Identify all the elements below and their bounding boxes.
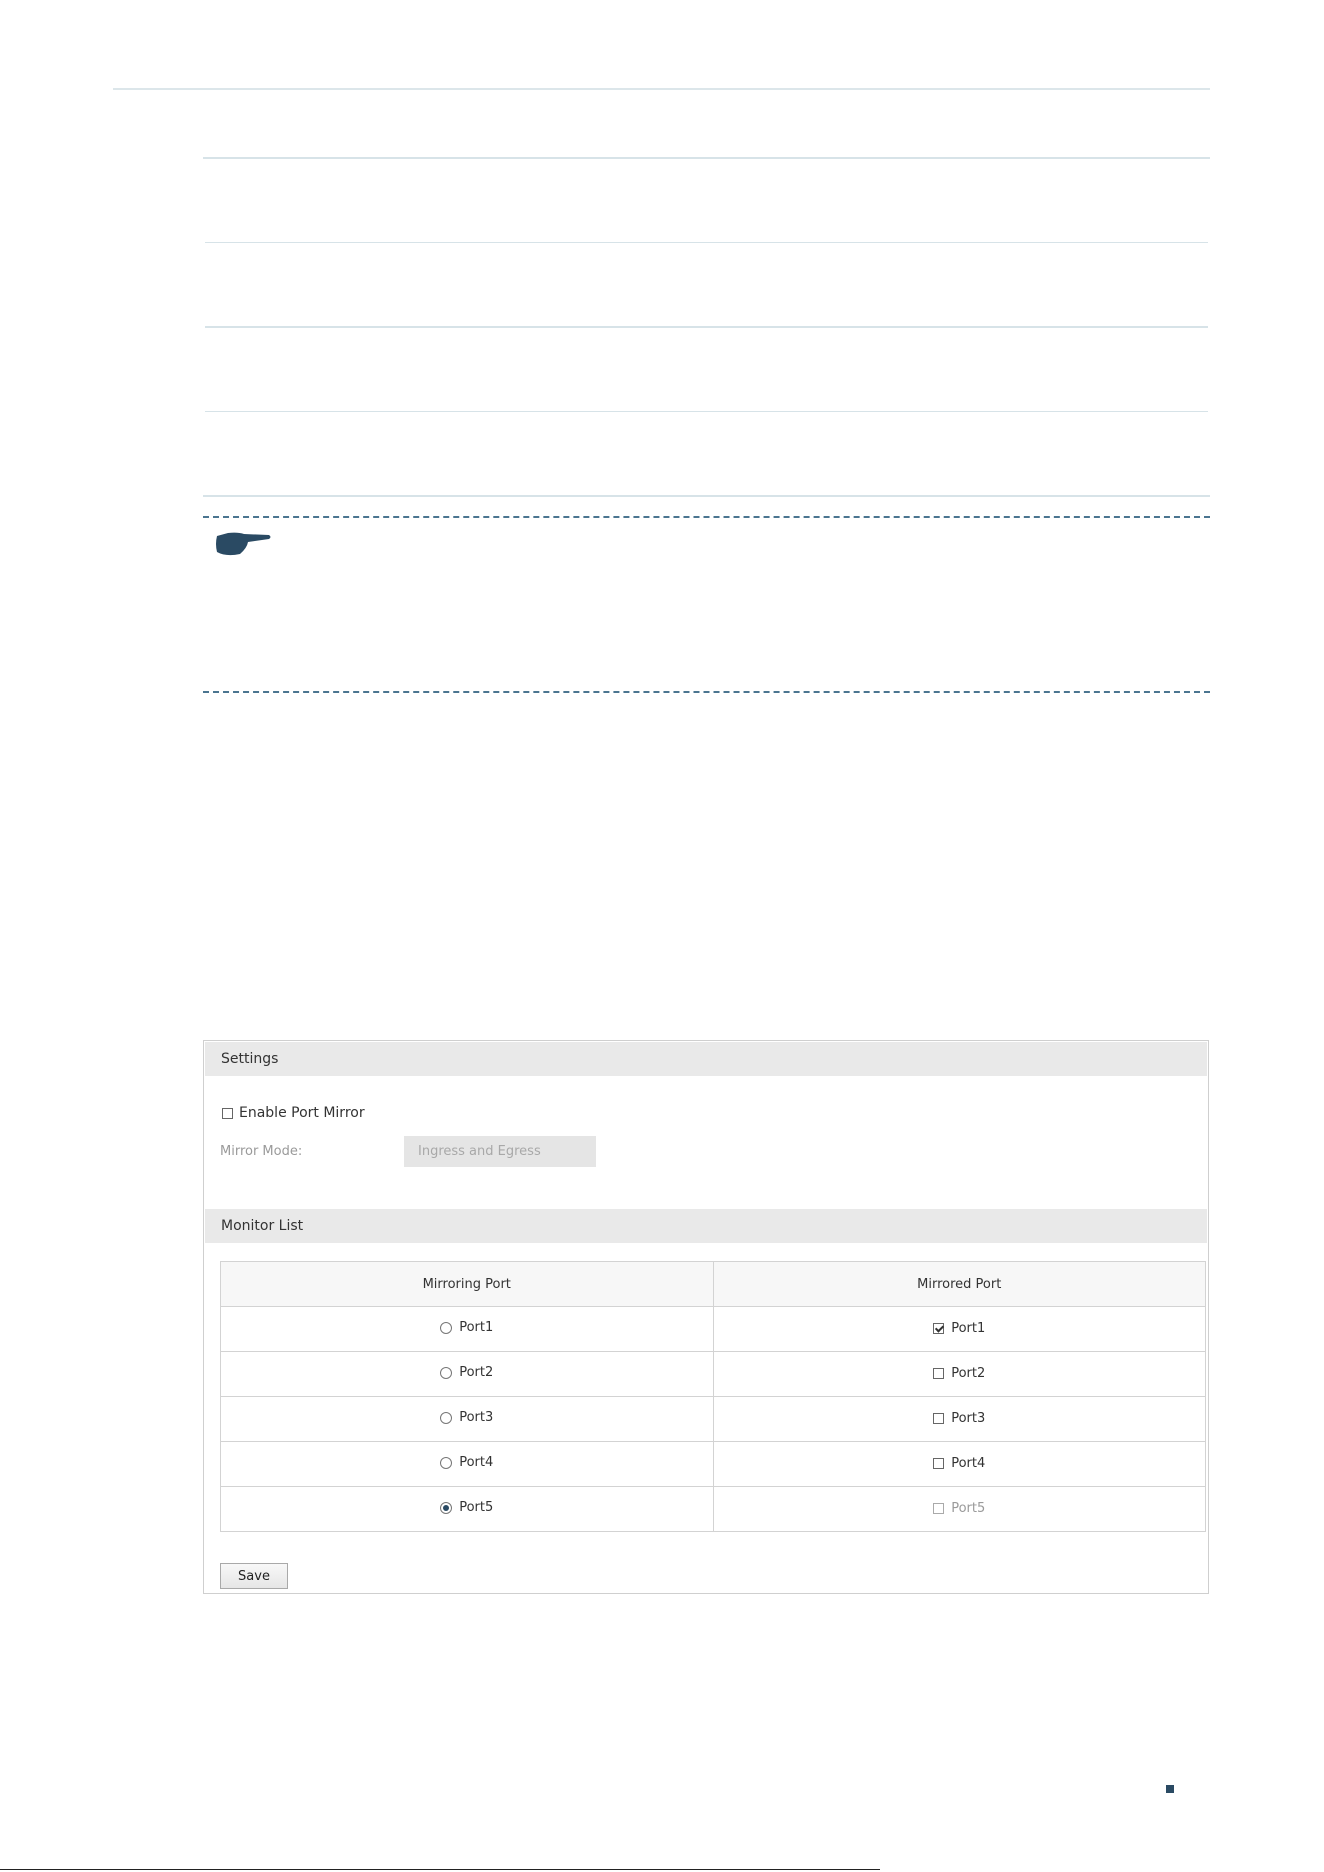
enable-port-mirror-checkbox[interactable] xyxy=(222,1107,233,1119)
mirroring-port-cell: Port3 xyxy=(220,1396,714,1442)
table-rule-1 xyxy=(203,157,1210,159)
save-button[interactable]: Save xyxy=(220,1563,288,1589)
mirrored-port-label: Port3 xyxy=(951,1410,986,1426)
note-top-border xyxy=(203,516,1210,518)
mirroring-port-label: Port4 xyxy=(459,1455,494,1471)
mirrored-port-label: Port2 xyxy=(951,1365,986,1381)
mirrored-port-label: Port5 xyxy=(951,1500,986,1516)
mirrored-port-label: Port4 xyxy=(951,1455,986,1471)
mirror-mode-select[interactable]: Ingress and Egress xyxy=(404,1136,596,1167)
mirrored-port-cell: Port3 xyxy=(712,1396,1206,1442)
mirrored-port-label: Port1 xyxy=(951,1320,986,1336)
mirrored-port-option[interactable]: Port1 xyxy=(933,1321,985,1336)
monitor-list-title: Monitor List xyxy=(221,1218,304,1234)
monitor-list-table: Mirroring Port Mirrored Port Port1 Port1 P… xyxy=(220,1261,1206,1532)
mirroring-port-radio[interactable] xyxy=(440,1321,453,1334)
mirrored-port-checkbox xyxy=(933,1502,945,1514)
mirroring-port-label: Port5 xyxy=(459,1500,494,1516)
table-rule-3 xyxy=(205,326,1208,328)
mirrored-port-cell: Port4 xyxy=(712,1441,1206,1487)
table-row: Port1 Port1 xyxy=(220,1306,1206,1352)
mirrored-port-cell: Port1 xyxy=(712,1306,1206,1352)
mirroring-port-radio[interactable] xyxy=(440,1411,453,1424)
mirrored-port-checkbox[interactable] xyxy=(933,1457,945,1469)
mirroring-port-radio[interactable] xyxy=(440,1501,453,1514)
table-rule-2 xyxy=(205,242,1208,243)
monitor-list-section-header: Monitor List xyxy=(205,1209,1207,1243)
table-header-row: Mirroring Port Mirrored Port xyxy=(220,1261,1206,1307)
mirroring-port-option[interactable]: Port5 xyxy=(440,1500,493,1515)
column-header-mirroring-port: Mirroring Port xyxy=(220,1261,714,1307)
mirroring-port-cell: Port2 xyxy=(220,1351,714,1397)
mirroring-port-radio[interactable] xyxy=(440,1456,453,1469)
enable-port-mirror-label: Enable Port Mirror xyxy=(239,1105,365,1121)
mirroring-port-label: Port3 xyxy=(459,1410,494,1426)
mirroring-port-cell: Port1 xyxy=(220,1306,714,1352)
pointing-hand-icon xyxy=(216,532,271,556)
footer-rule xyxy=(0,1869,880,1870)
mirroring-port-label: Port1 xyxy=(459,1320,494,1336)
mirrored-port-option[interactable]: Port2 xyxy=(933,1366,985,1381)
mirroring-port-option[interactable]: Port3 xyxy=(440,1410,493,1425)
mirror-mode-label: Mirror Mode: xyxy=(220,1144,303,1159)
table-row: Port4 Port4 xyxy=(220,1441,1206,1487)
mirrored-port-cell: Port2 xyxy=(712,1351,1206,1397)
mirroring-port-option[interactable]: Port2 xyxy=(440,1365,493,1380)
port-mirror-panel: Settings Enable Port Mirror Mirror Mode:… xyxy=(203,1040,1209,1594)
enable-port-mirror-row: Enable Port Mirror xyxy=(222,1105,365,1121)
mirrored-port-checkbox[interactable] xyxy=(933,1322,945,1334)
mirrored-port-checkbox[interactable] xyxy=(933,1367,945,1379)
mirroring-port-label: Port2 xyxy=(459,1365,494,1381)
table-row: Port3 Port3 xyxy=(220,1396,1206,1442)
table-row: Port2 Port2 xyxy=(220,1351,1206,1397)
mirroring-port-option[interactable]: Port1 xyxy=(440,1320,493,1335)
table-rule-4 xyxy=(205,411,1208,412)
mirroring-port-cell: Port5 xyxy=(220,1486,714,1532)
mirrored-port-option: Port5 xyxy=(933,1501,985,1516)
table-rule-5 xyxy=(203,495,1210,497)
column-header-mirrored-port: Mirrored Port xyxy=(712,1261,1206,1307)
mirroring-port-radio[interactable] xyxy=(440,1366,453,1379)
mirrored-port-cell: Port5 xyxy=(712,1486,1206,1532)
mirrored-port-option[interactable]: Port3 xyxy=(933,1411,985,1426)
page-marker-square xyxy=(1166,1785,1174,1793)
mirrored-port-checkbox[interactable] xyxy=(933,1412,945,1424)
note-bottom-border xyxy=(203,691,1210,693)
mirroring-port-cell: Port4 xyxy=(220,1441,714,1487)
table-row: Port5 Port5 xyxy=(220,1486,1206,1532)
mirroring-port-option[interactable]: Port4 xyxy=(440,1455,493,1470)
header-rule xyxy=(113,88,1210,90)
settings-section-header: Settings xyxy=(205,1042,1207,1076)
mirrored-port-option[interactable]: Port4 xyxy=(933,1456,985,1471)
settings-title: Settings xyxy=(221,1051,279,1067)
